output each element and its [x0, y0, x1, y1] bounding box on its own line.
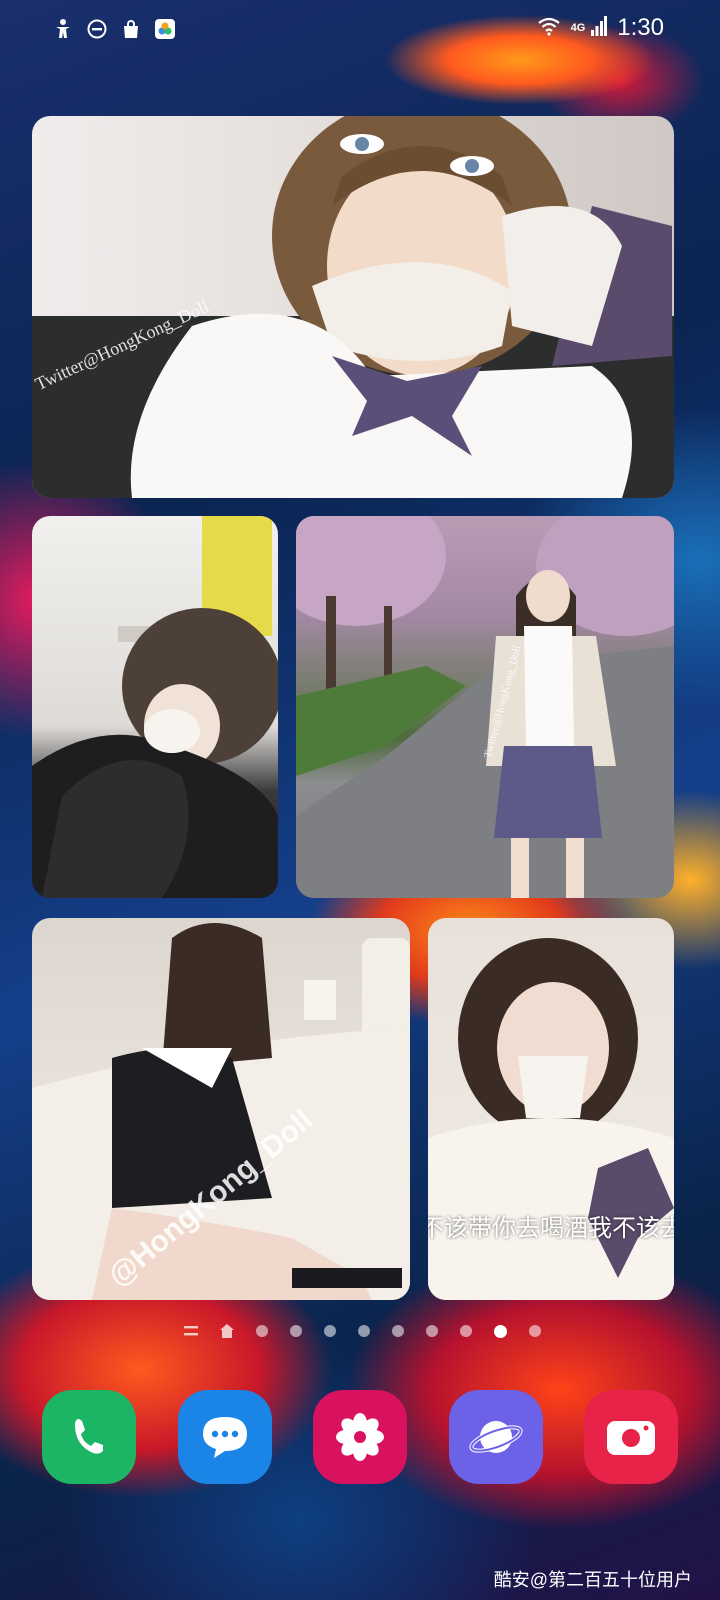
accessibility-icon — [52, 18, 74, 40]
network-type: 4G — [570, 22, 586, 34]
page-indicator[interactable] — [184, 1324, 541, 1338]
page-dot[interactable] — [426, 1325, 438, 1337]
photo-2-image — [32, 516, 278, 898]
watermark-credit: 酷安@第二百五十位用户 — [493, 1570, 692, 1590]
menu-icon[interactable] — [184, 1324, 198, 1338]
app-notification-icon — [154, 18, 176, 40]
photo-widget-5[interactable]: 不该带你去喝酒我不该去扌 — [428, 918, 674, 1300]
photo-widget-4[interactable]: @HongKong_Doll — [32, 918, 410, 1300]
photo-widget-1[interactable]: Twitter@HongKong_Doll — [32, 116, 674, 498]
photo-1-image — [32, 116, 674, 498]
home-icon[interactable] — [220, 1324, 234, 1338]
photo-5-caption: 不该带你去喝酒我不该去扌 — [428, 1214, 674, 1242]
clock: 1:30 — [617, 14, 664, 41]
messages-app-button[interactable] — [177, 1390, 272, 1484]
photo-widget-3[interactable]: Twitter@HongKong_Doll — [296, 516, 674, 898]
app-dock — [42, 1390, 678, 1484]
wifi-icon — [537, 16, 561, 41]
gallery-app-button[interactable] — [313, 1390, 407, 1484]
page-dot[interactable] — [358, 1325, 370, 1337]
do-not-disturb-icon — [86, 18, 108, 40]
photo-widget-2[interactable] — [32, 516, 278, 898]
page-dot[interactable] — [460, 1325, 472, 1337]
page-dot[interactable] — [392, 1325, 404, 1337]
page-dot[interactable] — [324, 1325, 336, 1337]
page-dot[interactable] — [529, 1325, 541, 1337]
phone-app-button[interactable] — [42, 1390, 136, 1484]
page-dot-active[interactable] — [494, 1324, 507, 1338]
signal-icon — [591, 15, 608, 41]
message-icon — [202, 1417, 247, 1458]
shopping-bag-icon — [120, 18, 142, 40]
internet-app-button[interactable] — [448, 1390, 543, 1484]
camera-app-button[interactable] — [584, 1390, 678, 1484]
status-right: 4G 1:30 — [537, 14, 664, 42]
photo-3-image — [296, 516, 674, 898]
camera-icon — [607, 1421, 655, 1455]
photo-4-image — [32, 923, 410, 1300]
status-bar: 4G 1:30 — [0, 0, 720, 62]
planet-icon — [468, 1421, 523, 1453]
status-left-icons — [52, 18, 176, 40]
phone-icon — [75, 1419, 103, 1454]
flower-icon — [336, 1413, 384, 1461]
page-dot[interactable] — [256, 1325, 268, 1337]
page-dot[interactable] — [290, 1325, 302, 1337]
